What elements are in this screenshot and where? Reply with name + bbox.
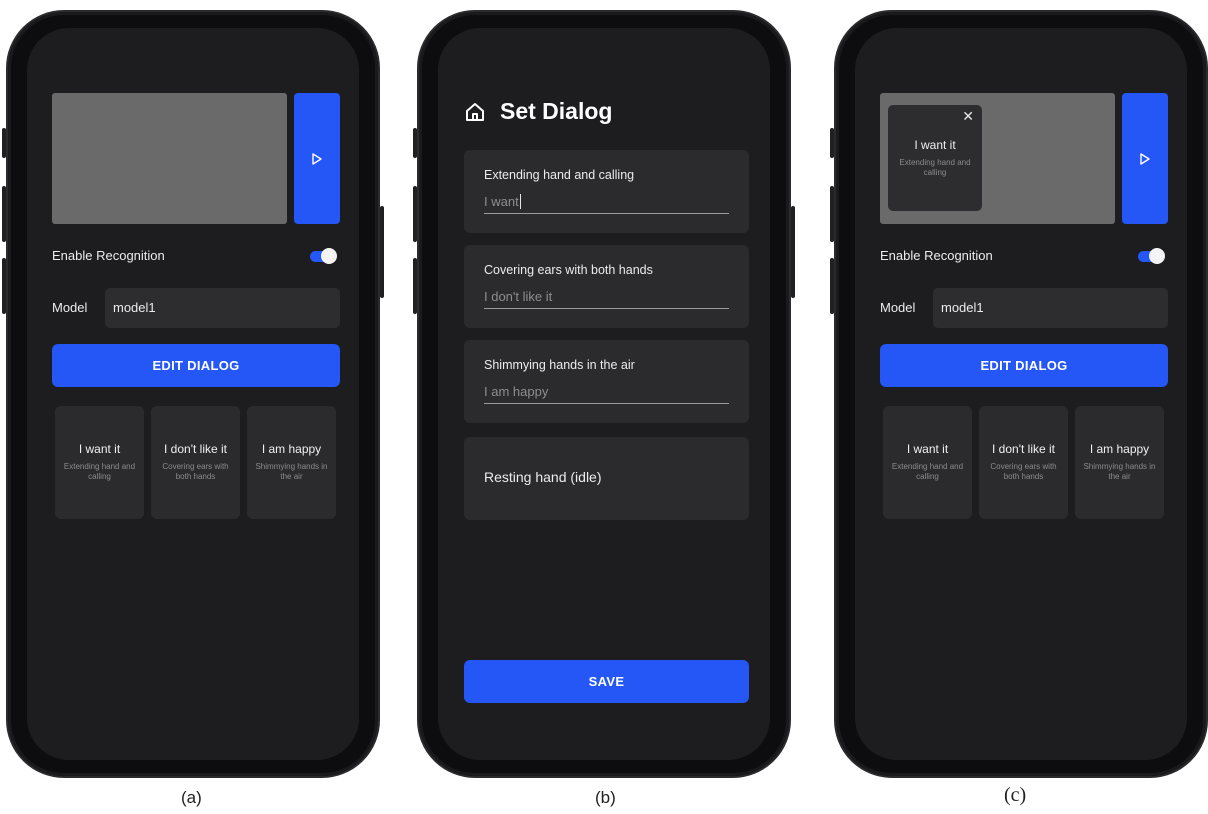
model-label: Model (52, 300, 88, 315)
phrase-value: I want (484, 194, 519, 209)
dialog-card[interactable]: I don't like it Covering ears with both … (979, 406, 1068, 519)
volume-down-button (830, 258, 834, 314)
dialog-card[interactable]: I am happy Shimmying hands in the air (1075, 406, 1164, 519)
edit-dialog-button[interactable]: EDIT DIALOG (52, 344, 340, 387)
text-cursor (519, 194, 521, 209)
caption-c: (c) (1004, 784, 1027, 806)
card-phrase: I want it (78, 442, 121, 456)
recognition-toggle[interactable] (1138, 248, 1165, 264)
screen-header: Set Dialog (464, 98, 612, 125)
dialog-card[interactable]: I don't like it Covering ears with both … (151, 406, 240, 519)
card-phrase: I am happy (261, 442, 322, 456)
side-button (2, 128, 6, 158)
phone-b: Set Dialog Extending hand and calling I … (413, 10, 795, 778)
save-button[interactable]: SAVE (464, 660, 749, 703)
power-button (791, 206, 795, 298)
caption-b: (b) (595, 788, 616, 807)
caption-a: (a) (181, 788, 202, 807)
side-button (413, 128, 417, 158)
card-gesture: Shimmying hands in the air (1083, 462, 1156, 481)
card-phrase: I don't like it (992, 442, 1055, 456)
card-gesture: Extending hand and calling (63, 462, 136, 481)
phrase-input[interactable]: I don't like it (484, 288, 729, 309)
card-gesture: Covering ears with both hands (990, 462, 1057, 481)
gesture-entry-idle: Resting hand (idle) (464, 437, 749, 520)
gesture-entry: Shimmying hands in the air I am happy (464, 340, 749, 423)
camera-preview (52, 93, 287, 224)
set-dialog-screen: Set Dialog Extending hand and calling I … (438, 28, 770, 760)
dialog-card[interactable]: I want it Extending hand and calling (55, 406, 144, 519)
phrase-value: I don't like it (484, 289, 553, 304)
gesture-label: Resting hand (idle) (484, 469, 602, 485)
card-gesture: Shimmying hands in the air (255, 462, 328, 481)
power-button (380, 206, 384, 298)
phone-a: Enable Recognition Model model1 EDIT DIA… (2, 10, 384, 778)
camera-preview: ✕ I want it Extending hand and calling (880, 93, 1115, 224)
phrase-input[interactable]: I am happy (484, 383, 729, 404)
recognition-label: Enable Recognition (880, 248, 993, 263)
recognition-label: Enable Recognition (52, 248, 165, 263)
play-button[interactable] (294, 93, 340, 224)
volume-up-button (413, 186, 417, 242)
main-screen: ✕ I want it Extending hand and calling E… (855, 28, 1187, 760)
toggle-knob (321, 248, 337, 264)
model-label: Model (880, 300, 916, 315)
phone-c: ✕ I want it Extending hand and calling E… (830, 10, 1208, 778)
model-select[interactable]: model1 (933, 288, 1168, 328)
model-select[interactable]: model1 (105, 288, 340, 328)
volume-down-button (2, 258, 6, 314)
dialog-card[interactable]: I want it Extending hand and calling (883, 406, 972, 519)
card-phrase: I don't like it (164, 442, 227, 456)
popup-phrase: I want it (914, 138, 956, 152)
play-button[interactable] (1122, 93, 1168, 224)
close-icon[interactable]: ✕ (962, 108, 974, 124)
gesture-entry: Extending hand and calling I want (464, 150, 749, 233)
volume-up-button (830, 186, 834, 242)
play-icon (1140, 152, 1150, 165)
phrase-value: I am happy (484, 384, 549, 399)
popup-gesture: Extending hand and calling (899, 158, 971, 177)
toggle-knob (1149, 248, 1165, 264)
main-screen: Enable Recognition Model model1 EDIT DIA… (27, 28, 359, 760)
card-phrase: I want it (906, 442, 949, 456)
home-icon[interactable] (464, 101, 486, 123)
gesture-label: Shimmying hands in the air (484, 358, 635, 372)
recognition-toggle[interactable] (310, 248, 337, 264)
edit-dialog-button[interactable]: EDIT DIALOG (880, 344, 1168, 387)
gesture-label: Covering ears with both hands (484, 263, 653, 277)
dialog-card[interactable]: I am happy Shimmying hands in the air (247, 406, 336, 519)
card-gesture: Covering ears with both hands (162, 462, 229, 481)
page-title: Set Dialog (500, 98, 613, 124)
card-gesture: Extending hand and calling (891, 462, 964, 481)
card-phrase: I am happy (1089, 442, 1150, 456)
gesture-entry: Covering ears with both hands I don't li… (464, 245, 749, 328)
volume-up-button (2, 186, 6, 242)
gesture-label: Extending hand and calling (484, 168, 635, 182)
volume-down-button (413, 258, 417, 314)
play-icon (312, 152, 322, 165)
phrase-input[interactable]: I want (484, 193, 729, 214)
recognition-popup: ✕ I want it Extending hand and calling (888, 105, 982, 211)
side-button (830, 128, 834, 158)
